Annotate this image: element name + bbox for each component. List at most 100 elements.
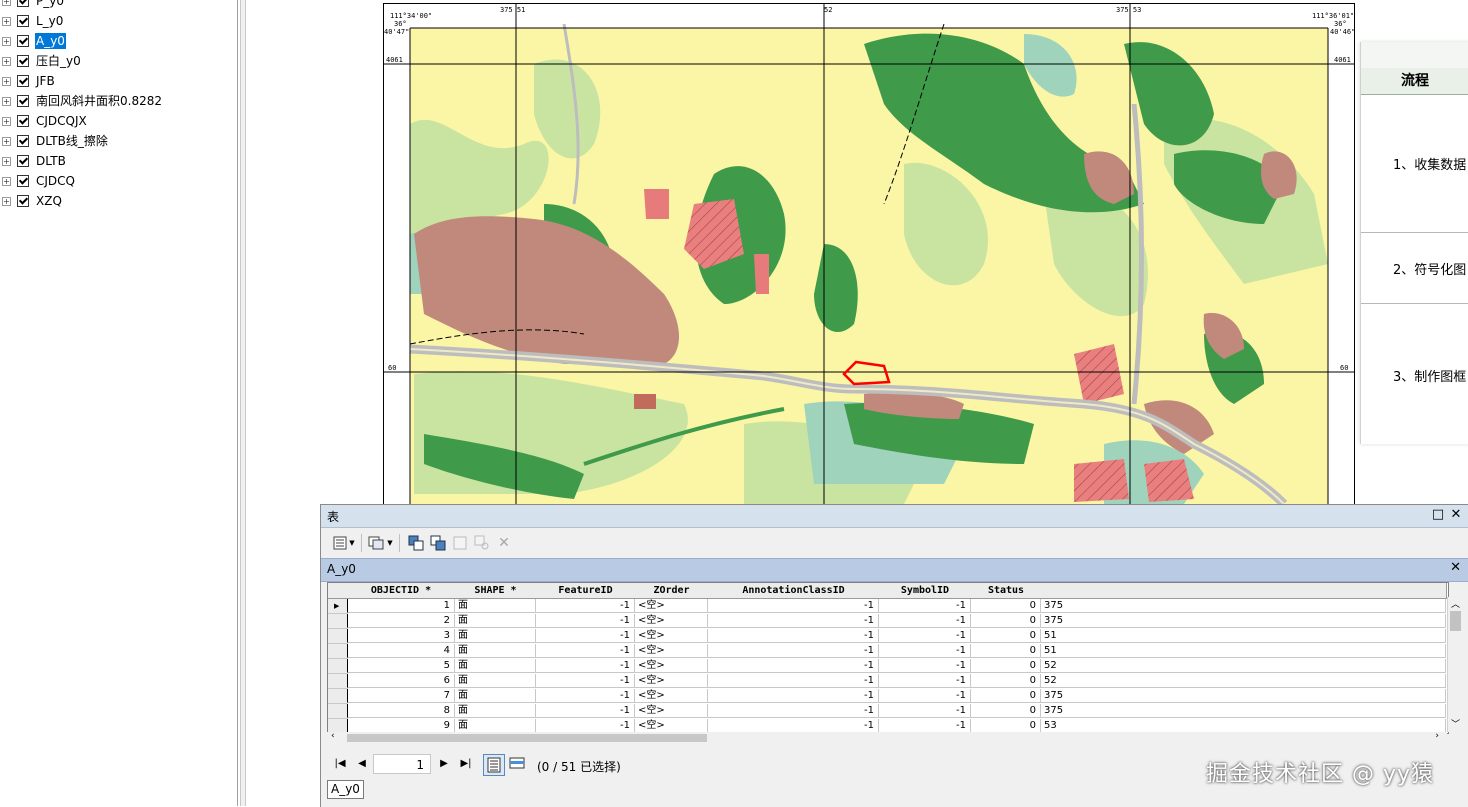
chevron-down-icon[interactable]: ▼ [385, 534, 395, 552]
scroll-up-icon[interactable]: ︿ [1451, 597, 1460, 610]
show-all-records-icon[interactable] [483, 754, 505, 776]
show-selected-records-icon[interactable] [507, 754, 527, 774]
toc-layer-row[interactable]: + DLTB线_擦除 [0, 131, 237, 151]
toc-layer-row[interactable]: + DLTB [0, 151, 237, 171]
table-cell[interactable]: 面 [455, 674, 536, 688]
table-row[interactable]: 3 面 -1 <空> -1 -1 0 51 [328, 629, 1446, 644]
current-record-input[interactable]: 1 [373, 754, 431, 774]
layer-name[interactable]: CJDCQJX [35, 113, 88, 129]
table-cell[interactable]: 0 [971, 629, 1041, 643]
table-cell[interactable]: 51 [1041, 629, 1446, 643]
table-tab-header[interactable]: A_y0 ✕ [321, 558, 1468, 582]
toc-layer-row[interactable]: + L_y0 [0, 11, 237, 31]
layer-visibility-checkbox[interactable] [17, 35, 29, 47]
table-cell[interactable]: 53 [1041, 719, 1446, 733]
table-cell[interactable]: 0 [971, 689, 1041, 703]
table-cell[interactable]: <空> [635, 644, 708, 658]
table-bottom-tab[interactable]: A_y0 [327, 780, 364, 799]
table-cell[interactable]: -1 [708, 599, 879, 613]
toc-layer-row[interactable]: + JFB [0, 71, 237, 91]
table-cell[interactable]: -1 [879, 659, 971, 673]
table-cell[interactable]: 0 [971, 719, 1041, 733]
clear-selection-icon[interactable] [451, 534, 469, 552]
table-cell[interactable]: <空> [635, 659, 708, 673]
expand-icon[interactable]: + [2, 177, 11, 186]
row-selector[interactable] [328, 644, 348, 659]
layer-name[interactable]: L_y0 [35, 13, 64, 29]
table-cell[interactable]: 0 [971, 674, 1041, 688]
table-cell[interactable]: <空> [635, 719, 708, 733]
table-cell[interactable]: <空> [635, 689, 708, 703]
table-cell[interactable]: -1 [879, 719, 971, 733]
table-cell[interactable]: <空> [635, 614, 708, 628]
table-cell[interactable]: 6 [347, 674, 455, 688]
scroll-left-icon[interactable]: ‹ [331, 731, 335, 741]
column-header[interactable]: OBJECTID * [347, 583, 456, 599]
expand-icon[interactable]: + [2, 17, 11, 26]
table-cell[interactable]: <空> [635, 704, 708, 718]
table-cell[interactable]: 面 [455, 689, 536, 703]
layer-visibility-checkbox[interactable] [17, 15, 29, 27]
layer-visibility-checkbox[interactable] [17, 75, 29, 87]
toc-layer-row[interactable]: + XZQ [0, 191, 237, 211]
toc-layer-row[interactable]: + CJDCQ [0, 171, 237, 191]
table-cell[interactable]: 面 [455, 629, 536, 643]
toc-layer-row[interactable]: + 南回风斜井面积0.8282 [0, 91, 237, 111]
table-cell[interactable]: 3 [347, 629, 455, 643]
layer-visibility-checkbox[interactable] [17, 115, 29, 127]
row-selector[interactable] [328, 614, 348, 629]
table-cell[interactable]: -1 [536, 659, 635, 673]
table-cell[interactable]: 面 [455, 614, 536, 628]
scroll-right-icon[interactable]: › [1435, 731, 1439, 741]
row-selector[interactable] [328, 704, 348, 719]
row-selector[interactable] [328, 659, 348, 674]
horizontal-scrollbar[interactable]: ‹ › [327, 731, 1447, 744]
switch-selection-icon[interactable] [429, 534, 447, 552]
maximize-icon[interactable]: □ [1431, 507, 1445, 523]
table-cell[interactable]: -1 [708, 614, 879, 628]
table-cell[interactable]: 1 [347, 599, 455, 613]
previous-record-icon[interactable]: ◀ [355, 758, 369, 769]
table-cell[interactable]: 375 [1041, 599, 1446, 613]
layer-visibility-checkbox[interactable] [17, 195, 29, 207]
table-cell[interactable]: 0 [971, 659, 1041, 673]
next-record-icon[interactable]: ▶ [437, 758, 451, 769]
table-cell[interactable]: 8 [347, 704, 455, 718]
table-row[interactable]: 1面-1<空>-1-10375 [328, 599, 1446, 614]
layer-name[interactable]: A_y0 [35, 33, 66, 49]
expand-icon[interactable]: + [2, 97, 11, 106]
scroll-down-icon[interactable]: ﹀ [1451, 717, 1460, 730]
table-cell[interactable]: 9 [347, 719, 455, 733]
column-header[interactable]: ZOrder [635, 583, 709, 599]
horizontal-scroll-thumb[interactable] [347, 734, 707, 742]
vertical-scrollbar[interactable]: ︿ ﹀ [1447, 597, 1464, 732]
table-cell[interactable]: <空> [635, 629, 708, 643]
expand-icon[interactable]: + [2, 0, 11, 6]
zoom-to-selected-icon[interactable] [473, 534, 491, 552]
select-by-attributes-icon[interactable] [407, 534, 425, 552]
column-header[interactable]: AnnotationClassID [708, 583, 880, 599]
table-row[interactable]: 2 面 -1 <空> -1 -1 0 375 [328, 614, 1446, 629]
layer-name[interactable]: XZQ [35, 193, 63, 209]
map-view[interactable]: 111°34'00" 36° 40'47" 375 51 52 375 53 1… [383, 3, 1355, 505]
table-cell[interactable]: 面 [455, 704, 536, 718]
table-cell[interactable]: -1 [536, 704, 635, 718]
toc-layer-row[interactable]: + P_y0 [0, 0, 237, 11]
layer-name[interactable]: DLTB [35, 153, 67, 169]
table-cell[interactable]: -1 [879, 599, 971, 613]
table-cell[interactable]: 51 [1041, 644, 1446, 658]
table-cell[interactable]: -1 [879, 629, 971, 643]
close-table-tab-icon[interactable]: ✕ [1450, 560, 1461, 575]
table-cell[interactable]: 面 [455, 644, 536, 658]
expand-icon[interactable]: + [2, 117, 11, 126]
layer-name[interactable]: JFB [35, 73, 56, 89]
expand-icon[interactable]: + [2, 37, 11, 46]
layer-name[interactable]: 南回风斜井面积0.8282 [35, 93, 163, 109]
row-selector[interactable] [328, 599, 348, 614]
layer-visibility-checkbox[interactable] [17, 0, 29, 7]
expand-icon[interactable]: + [2, 157, 11, 166]
column-header[interactable]: Status [971, 583, 1042, 599]
chevron-down-icon[interactable]: ▼ [347, 534, 357, 552]
toc-layer-row[interactable]: + A_y0 [0, 31, 237, 51]
toc-layer-row[interactable]: + 压白_y0 [0, 51, 237, 71]
